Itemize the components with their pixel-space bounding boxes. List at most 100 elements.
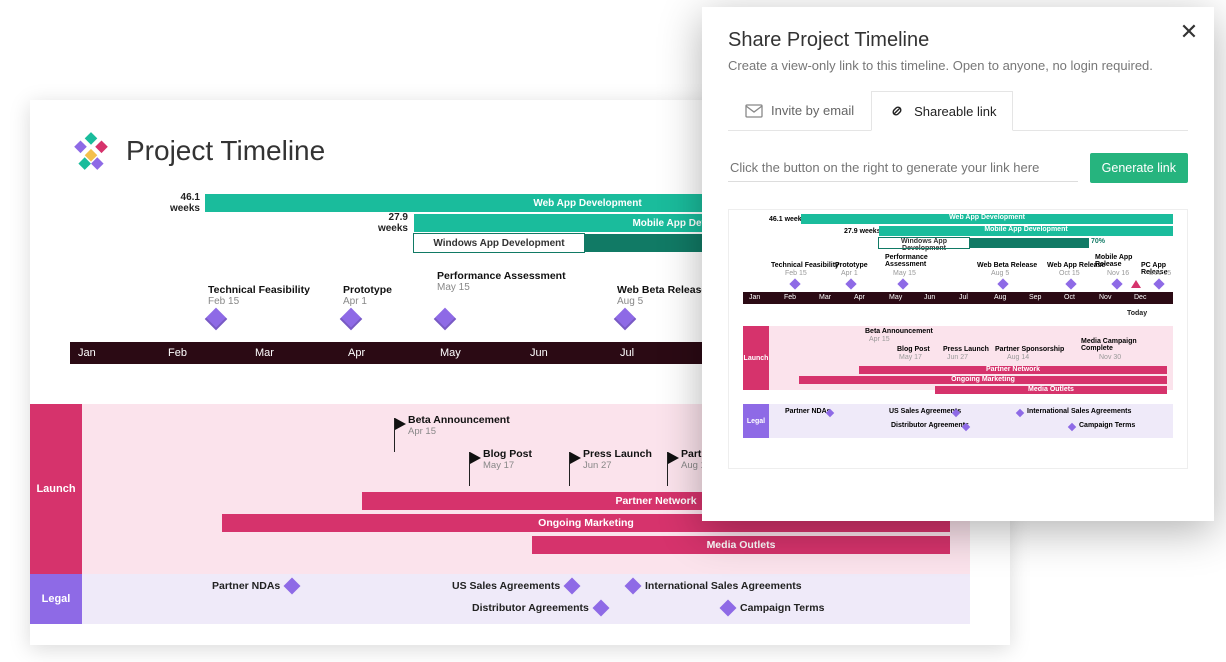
duration-label: 46.1 weeks	[150, 192, 200, 214]
preview-month: Aug	[994, 294, 1006, 301]
preview-legal-item: Partner NDAs	[785, 408, 831, 415]
preview-date: Jun 27	[947, 354, 968, 361]
legal-item-nda[interactable]: Partner NDAs	[212, 580, 298, 592]
diamond-icon	[592, 600, 609, 617]
close-icon[interactable]: ✕	[1178, 21, 1200, 43]
preview-milestone: Prototype	[835, 262, 868, 269]
diamond-icon	[789, 278, 800, 289]
preview-month: Jan	[749, 294, 760, 301]
legal-lane: Legal Partner NDAs US Sales Agreements I…	[30, 574, 1010, 624]
app-logo-icon	[70, 130, 112, 172]
preview-legal-item: US Sales Agreements	[889, 408, 961, 415]
preview-date: May 17	[899, 354, 922, 361]
milestone-prototype[interactable]: Prototype Apr 1	[343, 284, 392, 327]
milestone-label: Technical Feasibility	[208, 284, 310, 296]
legal-label: Campaign Terms	[740, 602, 824, 614]
tab-invite-email[interactable]: Invite by email	[728, 91, 871, 130]
legal-label: Partner NDAs	[212, 580, 280, 592]
diamond-icon	[1153, 278, 1164, 289]
legal-item-distributor[interactable]: Distributor Agreements	[472, 602, 607, 614]
preview-milestone: Web Beta Release	[977, 262, 1037, 269]
preview-task: Windows App Development	[879, 238, 969, 248]
flag-icon	[668, 452, 679, 464]
preview-date: Apr 1	[841, 270, 858, 277]
task-bar-windows[interactable]: Windows App Development	[414, 234, 584, 252]
diamond-icon	[897, 278, 908, 289]
share-tabs: Invite by email Shareable link	[728, 91, 1188, 131]
preview-bar: Ongoing Marketing	[799, 376, 1167, 384]
share-modal: ✕ Share Project Timeline Create a view-o…	[702, 7, 1214, 521]
duration-label: 27.9 weeks	[358, 212, 408, 234]
flag-icon	[395, 418, 406, 430]
month-label: Jun	[530, 347, 548, 359]
preview-bar: Partner Network	[859, 366, 1167, 374]
diamond-icon	[997, 278, 1008, 289]
diamond-icon	[614, 308, 637, 331]
preview-milestone: Mobile App Release	[1095, 254, 1145, 268]
tab-label: Invite by email	[771, 103, 854, 118]
preview-month: Sep	[1029, 294, 1041, 301]
preview-month: Oct	[1064, 294, 1075, 301]
preview-date: Aug 14	[1007, 354, 1029, 361]
flag-label: Beta Announcement	[408, 414, 510, 426]
legal-item-intl[interactable]: International Sales Agreements	[627, 580, 802, 592]
preview-date: Feb 15	[785, 270, 807, 277]
milestone-date: Aug 5	[617, 296, 707, 307]
flag-date: Jun 27	[583, 460, 652, 471]
preview-month: May	[889, 294, 902, 301]
preview-percent: 70%	[1091, 238, 1105, 245]
preview-milestone: Technical Feasibility	[771, 262, 839, 269]
preview-task: Web App Development	[801, 214, 1173, 224]
tab-shareable-link[interactable]: Shareable link	[871, 91, 1013, 131]
preview-legal-item: Campaign Terms	[1079, 422, 1135, 429]
share-link-input[interactable]	[728, 154, 1078, 182]
preview-flag: Blog Post	[897, 346, 930, 353]
month-label: May	[440, 347, 461, 359]
preview-duration: 27.9 weeks	[844, 228, 881, 235]
preview-flag: Media Campaign Complete	[1081, 338, 1141, 352]
preview-date: Aug 5	[991, 270, 1009, 277]
preview-month: Feb	[784, 294, 796, 301]
milestone-date: Feb 15	[208, 296, 310, 307]
flag-date: May 17	[483, 460, 532, 471]
milestone-performance[interactable]: Performance Assessment May 15	[437, 270, 566, 327]
flag-icon	[470, 452, 481, 464]
diamond-icon	[340, 308, 363, 331]
share-title: Share Project Timeline	[728, 29, 1188, 52]
flag-date: Apr 15	[408, 426, 510, 437]
preview-today: Today	[1127, 310, 1147, 317]
preview-date: May 15	[893, 270, 916, 277]
legal-label: US Sales Agreements	[452, 580, 560, 592]
legal-item-us[interactable]: US Sales Agreements	[452, 580, 578, 592]
legal-item-campaign[interactable]: Campaign Terms	[722, 602, 824, 614]
preview-month: Dec	[1134, 294, 1146, 301]
diamond-icon	[845, 278, 856, 289]
milestone-label: Web Beta Release	[617, 284, 707, 296]
month-label: Jan	[78, 347, 96, 359]
flag-icon	[570, 452, 581, 464]
milestone-feasibility[interactable]: Technical Feasibility Feb 15	[208, 284, 310, 327]
preview-date: Oct 15	[1059, 270, 1080, 277]
month-label: Mar	[255, 347, 274, 359]
preview-flag: Press Launch	[943, 346, 989, 353]
preview-flag: Partner Sponsorship	[995, 346, 1064, 353]
diamond-icon	[1111, 278, 1122, 289]
preview-month: Apr	[854, 294, 865, 301]
preview-date: Apr 15	[869, 336, 890, 343]
preview-date: Nov 16	[1107, 270, 1129, 277]
bar-media-outlets[interactable]: Media Outlets	[532, 536, 950, 554]
milestone-beta[interactable]: Web Beta Release Aug 5	[617, 284, 707, 327]
link-icon	[888, 102, 906, 120]
tab-label: Shareable link	[914, 104, 996, 119]
diamond-icon	[564, 578, 581, 595]
preview-legal-item: International Sales Agreements	[1027, 408, 1131, 415]
diamond-icon	[625, 578, 642, 595]
generate-link-button[interactable]: Generate link	[1090, 153, 1188, 183]
milestone-date: May 15	[437, 282, 566, 293]
legal-label: International Sales Agreements	[645, 580, 802, 592]
preview-lane-launch: Launch	[743, 326, 769, 390]
email-icon	[745, 104, 763, 118]
flag-label: Press Launch	[583, 448, 652, 460]
preview-task: Mobile App Development	[879, 226, 1173, 236]
today-marker-icon	[1131, 280, 1141, 288]
